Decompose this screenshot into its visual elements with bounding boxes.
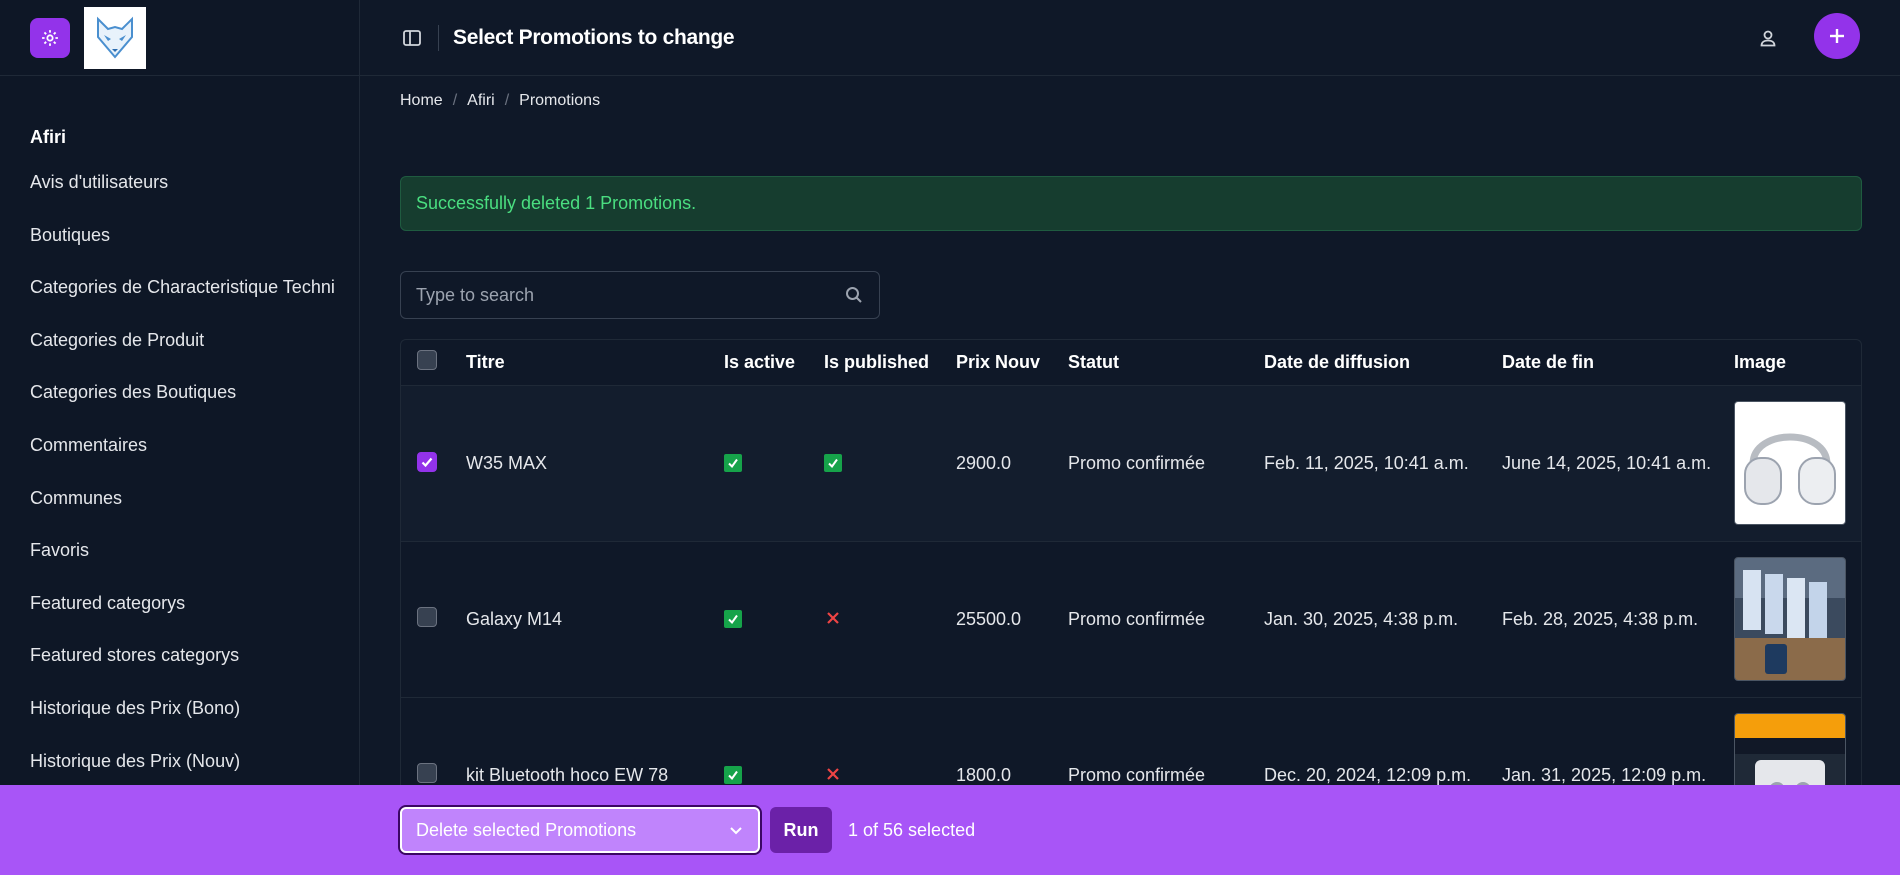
boolean-true-icon xyxy=(724,765,742,784)
table-header-row: Titre Is active Is published Prix Nouv S… xyxy=(401,340,1861,386)
breadcrumb-separator: / xyxy=(452,92,458,109)
row-select-cell xyxy=(401,385,466,542)
column-header-statut[interactable]: Statut xyxy=(1068,340,1264,386)
sidebar-toggle-button[interactable] xyxy=(400,26,424,50)
sidebar-item-featured-categorys[interactable]: Featured categorys xyxy=(30,577,346,630)
user-menu-button[interactable] xyxy=(1754,24,1782,52)
nav-section-afiri: Afiri Avis d'utilisateurs Boutiques Cate… xyxy=(0,76,359,787)
row-checkbox[interactable] xyxy=(417,452,437,472)
bulk-action-bar: Delete selected Promotions Run 1 of 56 s… xyxy=(0,785,1900,875)
cell-date-fin: Feb. 28, 2025, 4:38 p.m. xyxy=(1502,541,1734,698)
row-checkbox[interactable] xyxy=(417,762,437,783)
sidebar-header xyxy=(0,0,359,76)
table-row: Galaxy M14 25500.0 Promo confirmée Jan. … xyxy=(401,541,1861,698)
fox-logo-icon xyxy=(97,16,133,59)
boolean-false-icon xyxy=(824,765,842,783)
breadcrumb-current: Promotions xyxy=(519,92,601,109)
sidebar-item-historique-nouv[interactable]: Historique des Prix (Nouv) xyxy=(30,735,346,788)
table-row: W35 MAX 2900.0 Promo confirmée Feb. 11, … xyxy=(401,385,1861,542)
selection-count: 1 of 56 selected xyxy=(848,820,976,840)
add-promotion-button[interactable] xyxy=(1814,13,1860,59)
cell-date-diffusion: Feb. 11, 2025, 10:41 a.m. xyxy=(1264,385,1502,542)
chevron-down-icon xyxy=(730,827,742,835)
top-bar: Select Promotions to change xyxy=(360,0,1900,76)
sidebar-item-categories-produit[interactable]: Categories de Produit xyxy=(30,314,346,367)
breadcrumb-home[interactable]: Home xyxy=(400,92,443,110)
search-input[interactable] xyxy=(416,284,844,306)
row-checkbox[interactable] xyxy=(417,606,437,627)
breadcrumb-separator: / xyxy=(504,92,510,109)
cell-prix-nouv: 2900.0 xyxy=(956,385,1068,542)
sidebar-item-categories-boutiques[interactable]: Categories des Boutiques xyxy=(30,366,346,419)
run-action-button[interactable]: Run xyxy=(770,807,832,853)
cell-is-active xyxy=(724,385,824,542)
cell-image xyxy=(1734,541,1861,698)
boolean-false-icon xyxy=(824,609,842,627)
column-header-date-diffusion[interactable]: Date de diffusion xyxy=(1264,340,1502,386)
action-select-value: Delete selected Promotions xyxy=(416,819,637,840)
select-all-cell xyxy=(401,340,466,386)
search-icon[interactable] xyxy=(844,285,864,305)
cell-date-fin: June 14, 2025, 10:41 a.m. xyxy=(1502,385,1734,542)
row-select-cell xyxy=(401,541,466,698)
column-header-is-active[interactable]: Is active xyxy=(724,340,824,386)
cell-is-published xyxy=(824,541,956,698)
cell-statut: Promo confirmée xyxy=(1068,541,1264,698)
user-icon xyxy=(1760,30,1776,47)
search-box xyxy=(400,271,880,319)
sidebar-item-commentaires[interactable]: Commentaires xyxy=(30,419,346,472)
boolean-true-icon xyxy=(724,453,742,472)
cell-prix-nouv: 25500.0 xyxy=(956,541,1068,698)
select-all-checkbox[interactable] xyxy=(417,349,437,370)
headphones-image xyxy=(1744,433,1836,505)
boolean-true-icon xyxy=(724,609,742,628)
sidebar-item-favoris[interactable]: Favoris xyxy=(30,524,346,577)
cell-titre[interactable]: Galaxy M14 xyxy=(466,541,724,698)
site-logo[interactable] xyxy=(84,6,146,69)
sidebar-item-featured-stores[interactable]: Featured stores categorys xyxy=(30,629,346,682)
boolean-true-icon xyxy=(824,453,842,472)
plus-icon xyxy=(1830,29,1844,43)
column-header-is-published[interactable]: Is published xyxy=(824,340,956,386)
sidebar-item-historique-bono[interactable]: Historique des Prix (Bono) xyxy=(30,682,346,735)
cell-statut: Promo confirmée xyxy=(1068,385,1264,542)
page-title: Select Promotions to change xyxy=(453,25,735,49)
cell-titre[interactable]: W35 MAX xyxy=(466,385,724,542)
phone-boxes-image xyxy=(1735,558,1845,680)
checkmark-icon xyxy=(421,457,433,468)
breadcrumb-app[interactable]: Afiri xyxy=(467,92,495,110)
sidebar: Afiri Avis d'utilisateurs Boutiques Cate… xyxy=(0,0,360,875)
column-header-date-fin[interactable]: Date de fin xyxy=(1502,340,1734,386)
sidebar-item-boutiques[interactable]: Boutiques xyxy=(30,209,346,262)
settings-button[interactable] xyxy=(30,17,70,58)
topbar-divider xyxy=(438,24,439,51)
sidebar-item-communes[interactable]: Communes xyxy=(30,472,346,525)
main-content: Home / Afiri / Promotions Successfully d… xyxy=(400,76,1862,855)
column-header-titre[interactable]: Titre xyxy=(466,340,724,386)
promotion-thumbnail[interactable] xyxy=(1734,401,1846,525)
nav-section-title[interactable]: Afiri xyxy=(30,122,359,152)
sidebar-item-categories-characteristique[interactable]: Categories de Characteristique Techni xyxy=(30,261,346,314)
cell-date-diffusion: Jan. 30, 2025, 4:38 p.m. xyxy=(1264,541,1502,698)
column-header-prix-nouv[interactable]: Prix Nouv xyxy=(956,340,1068,386)
promotion-thumbnail[interactable] xyxy=(1734,557,1846,681)
action-select[interactable]: Delete selected Promotions xyxy=(400,807,760,853)
cell-is-active xyxy=(724,541,824,698)
sidebar-panel-icon xyxy=(403,29,421,46)
column-header-image: Image xyxy=(1734,340,1861,386)
sidebar-item-avis[interactable]: Avis d'utilisateurs xyxy=(30,156,346,209)
results-table: Titre Is active Is published Prix Nouv S… xyxy=(400,339,1862,855)
success-alert: Successfully deleted 1 Promotions. xyxy=(400,176,1862,231)
cell-image xyxy=(1734,385,1861,542)
breadcrumb: Home / Afiri / Promotions xyxy=(400,90,1862,112)
gear-icon xyxy=(42,29,58,46)
cell-is-published xyxy=(824,385,956,542)
